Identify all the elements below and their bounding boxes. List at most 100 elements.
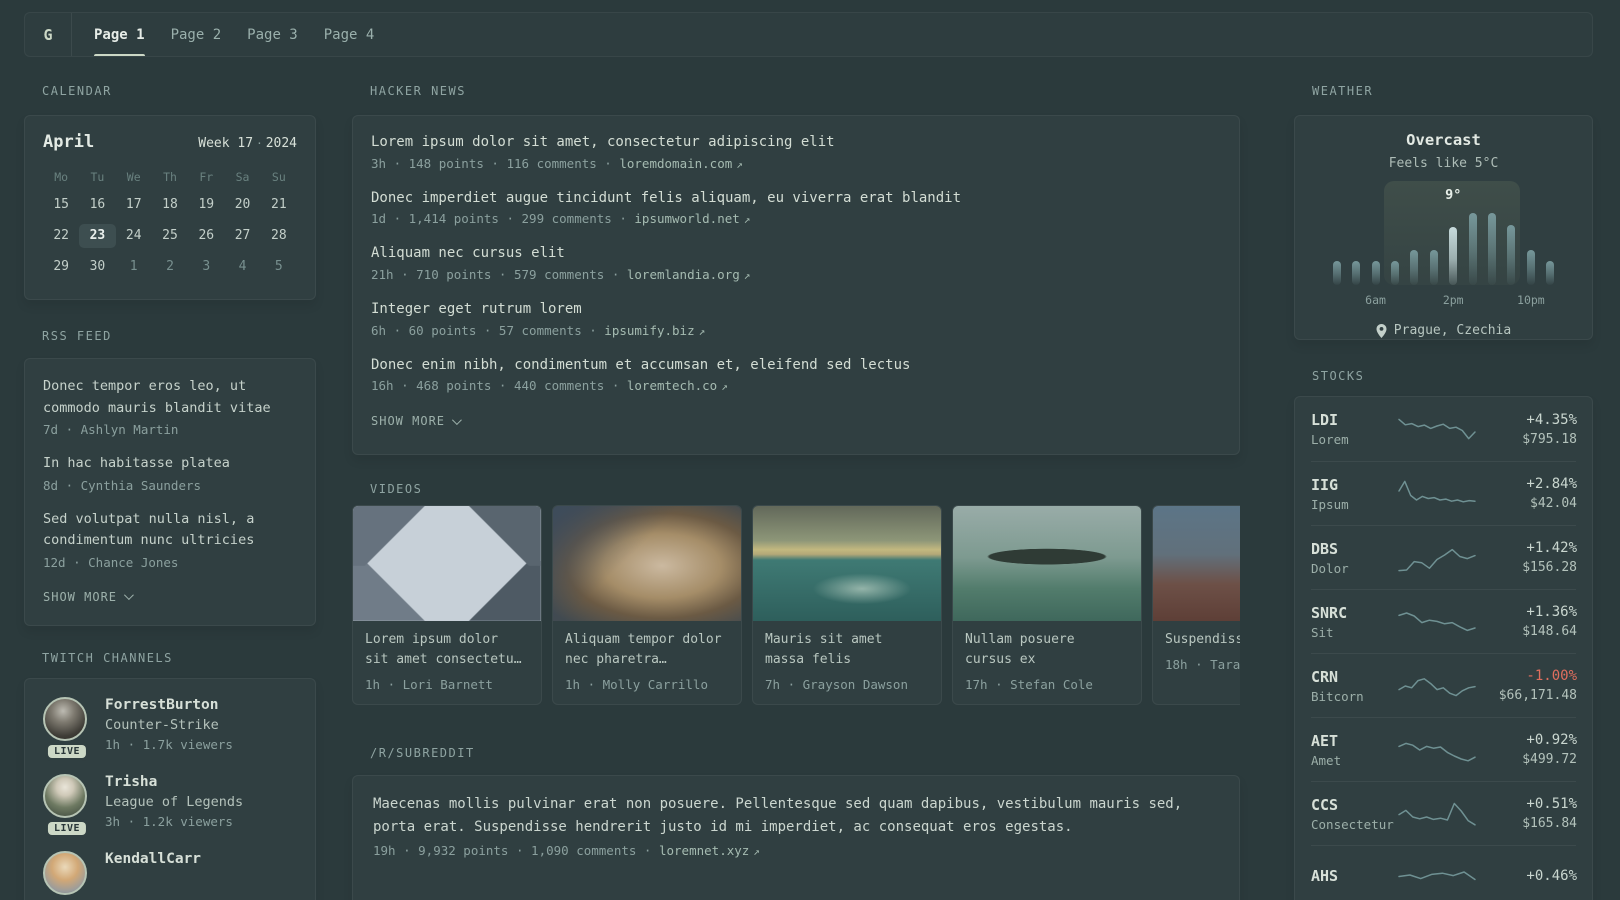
hn-domain-link[interactable]: ipsumify.biz — [604, 323, 705, 338]
video-title[interactable]: Mauris sit amet massa felis — [765, 630, 929, 670]
video-thumbnail — [1153, 506, 1240, 621]
stock-row[interactable]: CCS Consectetur +0.51% $165.84 — [1311, 781, 1577, 845]
stock-sparkline — [1397, 861, 1477, 895]
stock-price: $156.28 — [1522, 560, 1577, 575]
video-card[interactable]: Mauris sit amet massa felis 7h · Grayson… — [752, 505, 942, 705]
hackernews-heading: HACKER NEWS — [370, 84, 466, 98]
stock-symbol: SNRC — [1311, 603, 1348, 622]
videos-heading: VIDEOS — [370, 482, 423, 496]
video-thumbnail — [353, 506, 541, 621]
calendar-day: 22 — [53, 228, 69, 243]
calendar-day: 28 — [271, 228, 287, 243]
calendar-day: 18 — [162, 197, 178, 212]
hn-domain-link[interactable]: loremdomain.com — [619, 156, 743, 171]
stock-name: Sit — [1311, 624, 1334, 640]
stock-sparkline — [1397, 669, 1477, 703]
video-title[interactable]: Lorem ipsum dolor sit amet consectetu… — [365, 630, 529, 670]
hn-item-title[interactable]: Lorem ipsum dolor sit amet, consectetur … — [371, 132, 1221, 154]
calendar-month: April — [43, 132, 95, 152]
calendar-weekday: Mo — [54, 170, 69, 184]
twitch-channel-name[interactable]: ForrestBurton — [105, 697, 233, 713]
hn-item-title[interactable]: Aliquam nec cursus elit — [371, 243, 1221, 265]
stock-row[interactable]: SNRC Sit +1.36% $148.64 — [1311, 589, 1577, 653]
calendar-day: 3 — [202, 259, 211, 274]
hn-item-meta: 1d · 1,414 points · 299 comments · ipsum… — [371, 211, 1221, 226]
hn-meta-text: 21h · 710 points · 579 comments · — [371, 267, 627, 283]
calendar-day: 15 — [53, 197, 69, 212]
hn-domain-link[interactable]: loremtech.co — [627, 378, 728, 393]
avatar — [43, 697, 87, 741]
weather-bar-chart: 9° — [1327, 181, 1560, 285]
weather-bar — [1488, 213, 1497, 285]
videos-scroller[interactable]: Lorem ipsum dolor sit amet consectetu… 1… — [352, 505, 1240, 705]
stock-name: Amet — [1311, 752, 1342, 768]
calendar-day: 30 — [89, 259, 106, 274]
video-card[interactable]: Lorem ipsum dolor sit amet consectetu… 1… — [352, 505, 542, 705]
stock-name: Lorem — [1311, 432, 1349, 447]
stock-row[interactable]: CRN Bitcorn -1.00% $66,171.48 — [1311, 653, 1577, 717]
tab-page-2[interactable]: Page 2 — [158, 13, 235, 56]
rss-item-meta: 8d · Cynthia Saunders — [43, 477, 202, 493]
video-thumbnail — [553, 506, 741, 621]
stock-symbol: AET — [1311, 731, 1339, 750]
video-meta: 1h · Lori Barnett — [365, 677, 493, 693]
video-title[interactable]: Nullam posuere cursus ex — [965, 630, 1129, 670]
video-title[interactable]: Aliquam tempor dolor nec pharetra… — [565, 630, 729, 670]
weather-bar — [1468, 213, 1477, 285]
calendar-day: 17 — [125, 197, 142, 212]
calendar-day: 27 — [234, 228, 251, 243]
tab-page-1[interactable]: Page 1 — [81, 13, 158, 56]
rss-item: Sed volutpat nulla nisl, a condimentum n… — [43, 509, 297, 570]
stock-row[interactable]: LDI Lorem +4.35% $795.18 — [1311, 397, 1577, 461]
stock-row[interactable]: AHS +0.46% — [1311, 845, 1577, 900]
hn-item-title[interactable]: Integer eget rutrum lorem — [371, 299, 1221, 321]
hn-show-more-button[interactable]: SHOW MORE — [371, 414, 462, 429]
video-card[interactable]: Suspendisse diam 18h · Tara — [1152, 505, 1240, 705]
twitch-channel-name[interactable]: Trisha — [105, 774, 243, 790]
video-card[interactable]: Aliquam tempor dolor nec pharetra… 1h · … — [552, 505, 742, 705]
app-logo[interactable]: G — [25, 13, 72, 56]
hn-item-meta: 16h · 468 points · 440 comments · loremt… — [371, 378, 1221, 393]
calendar-weekday: Su — [271, 170, 286, 184]
stock-name: Bitcorn — [1311, 688, 1364, 704]
calendar-day: 23 — [79, 224, 116, 248]
tab-page-4[interactable]: Page 4 — [311, 13, 388, 56]
stock-row[interactable]: AET Amet +0.92% $499.72 — [1311, 717, 1577, 781]
top-nav: G Page 1 Page 2 Page 3 Page 4 — [24, 12, 1593, 57]
stock-sparkline — [1397, 541, 1477, 575]
weather-bar — [1526, 250, 1535, 285]
show-more-label: SHOW MORE — [371, 414, 446, 429]
calendar-grid: Mo Tu We Th Fr Sa Su 15 16 17 18 19 20 21 22 23 24 25 26 27… — [43, 168, 297, 279]
stock-price: $499.72 — [1522, 752, 1577, 767]
hn-domain-link[interactable]: loremlandia.org — [627, 267, 751, 282]
middle-column: HACKER NEWS Lorem ipsum dolor sit amet, … — [352, 85, 1240, 900]
video-title[interactable]: Suspendisse diam — [1165, 630, 1240, 650]
stock-row[interactable]: IIG Ipsum +2.84% $42.04 — [1311, 461, 1577, 525]
rss-item-title[interactable]: Sed volutpat nulla nisl, a condimentum n… — [43, 509, 297, 552]
stock-change: -1.00% — [1526, 668, 1577, 684]
hn-meta-text: 16h · 468 points · 440 comments · — [371, 378, 627, 394]
hn-item-title[interactable]: Donec imperdiet augue tincidunt felis al… — [371, 188, 1221, 210]
subreddit-domain-link[interactable]: loremnet.xyz — [659, 843, 760, 858]
tab-page-3[interactable]: Page 3 — [234, 13, 311, 56]
stock-change: +1.42% — [1526, 540, 1577, 556]
weather-bar — [1352, 261, 1361, 285]
calendar-day: 25 — [162, 228, 178, 243]
rss-show-more-button[interactable]: SHOW MORE — [43, 590, 134, 604]
rss-item-title[interactable]: Donec tempor eros leo, ut commodo mauris… — [43, 376, 297, 419]
stock-sparkline — [1397, 477, 1477, 511]
calendar-day: 29 — [53, 259, 69, 274]
rss-item-title[interactable]: In hac habitasse platea — [43, 453, 297, 475]
stock-change: +0.51% — [1526, 796, 1577, 812]
twitch-channel-row: KendallCarr — [43, 851, 297, 895]
stock-row[interactable]: DBS Dolor +1.42% $156.28 — [1311, 525, 1577, 589]
weather-bar — [1410, 250, 1419, 285]
hn-item-title[interactable]: Donec enim nibh, condimentum et accumsan… — [371, 355, 1221, 377]
subreddit-post-title[interactable]: Maecenas mollis pulvinar erat non posuer… — [373, 793, 1219, 839]
video-card[interactable]: Nullam posuere cursus ex 17h · Stefan Co… — [952, 505, 1142, 705]
twitch-heading: TWITCH CHANNELS — [42, 651, 173, 665]
hn-domain-link[interactable]: ipsumworld.net — [634, 211, 750, 226]
twitch-avatar-wrap: LIVE — [43, 774, 91, 835]
twitch-channel-name[interactable]: KendallCarr — [105, 851, 201, 867]
calendar-weekday: Tu — [90, 170, 105, 184]
